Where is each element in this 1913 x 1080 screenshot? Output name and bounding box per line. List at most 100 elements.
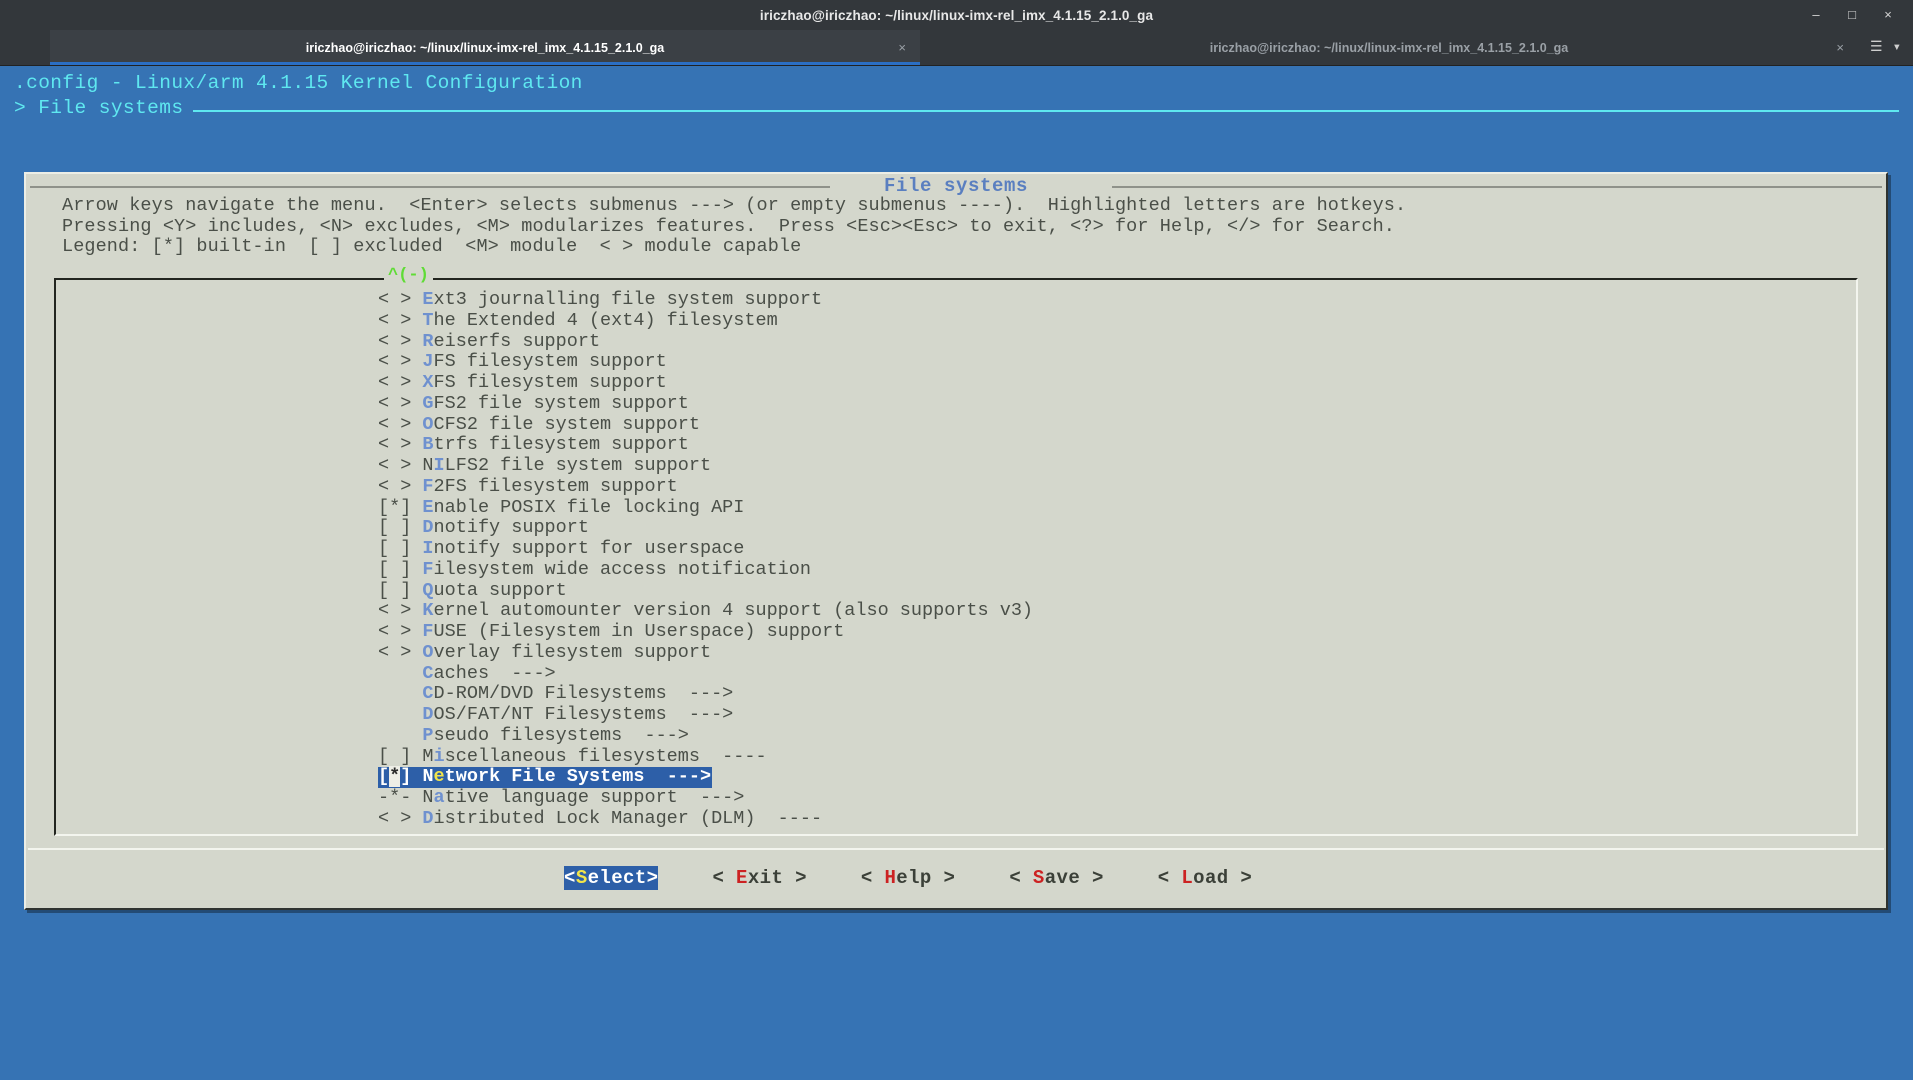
button-hotkey: E <box>736 867 748 889</box>
menu-item-selected[interactable]: [*] Network File Systems ---> <box>378 766 713 788</box>
menu-item[interactable]: < > Reiserfs support <box>378 330 1856 353</box>
menu-item[interactable]: [ ] Dnotify support <box>378 517 1856 539</box>
menu-item-hotkey: O <box>422 641 434 663</box>
button-select[interactable]: <Select> <box>564 866 659 890</box>
menu-items-container: < > Ext3 journalling file system support… <box>378 289 1856 830</box>
button-label: xit > <box>747 867 807 889</box>
menu-item-label: USE (Filesystem in Userspace) support <box>433 621 845 642</box>
close-icon[interactable]: × <box>1881 8 1895 22</box>
menu-item[interactable]: < > Ext3 journalling file system support <box>378 289 1856 311</box>
button-label: ave > <box>1044 867 1104 889</box>
tabbar-controls: ☰ ▾ <box>1858 30 1913 65</box>
scroll-up-indicator: ^(-) <box>384 266 433 285</box>
menu-item[interactable]: < > OCFS2 file system support <box>378 414 1856 436</box>
menu-item-text: N <box>422 455 434 476</box>
menu-item-label: ernel automounter version 4 support (als… <box>433 600 1034 622</box>
menu-item-text: N <box>422 766 434 788</box>
button-hotkey: L <box>1181 867 1194 889</box>
menu-item-label: ilesystem wide access notification <box>433 558 811 580</box>
tab-close-icon[interactable]: × <box>898 40 906 55</box>
menu-item[interactable]: < > GFS2 file system support <box>378 392 1856 415</box>
menu-item-text: M <box>422 745 434 767</box>
menu-item[interactable]: [*] Enable POSIX file locking API <box>378 496 1856 519</box>
window-titlebar: iriczhao@iriczhao: ~/linux/linux-imx-rel… <box>0 0 1913 30</box>
minimize-icon[interactable]: – <box>1809 8 1823 22</box>
menu-item[interactable]: Caches ---> <box>378 662 1856 685</box>
menu-item[interactable]: [ ] Filesystem wide access notification <box>378 558 1856 581</box>
button-label: elect> <box>587 867 659 889</box>
tab-label: iriczhao@iriczhao: ~/linux/linux-imx-rel… <box>1209 40 1569 55</box>
menu-item-label: FS filesystem support <box>433 351 667 373</box>
menu-item[interactable]: CD-ROM/DVD Filesystems ---> <box>378 683 1856 705</box>
menu-item-marker: < > <box>378 372 423 393</box>
menu-item[interactable]: [ ] Inotify support for userspace <box>378 538 1856 560</box>
menu-item-hotkey: e <box>433 766 445 788</box>
button-load[interactable]: < Load > <box>1158 866 1252 890</box>
menu-item[interactable]: < > F2FS filesystem support <box>378 476 1856 498</box>
maximize-icon[interactable]: □ <box>1845 8 1859 22</box>
menu-item-label: xt3 journalling file system support <box>433 289 823 310</box>
button-help[interactable]: < Help > <box>861 866 955 890</box>
checkbox-bracket-open: [ <box>378 766 390 788</box>
menu-item[interactable]: Pseudo filesystems ---> <box>378 724 1856 747</box>
menu-item-marker: -*- <box>378 787 423 808</box>
menu-item[interactable]: [ ] Miscellaneous filesystems ---- <box>378 745 1856 768</box>
menu-item-label: scellaneous filesystems ---- <box>444 745 767 767</box>
menu-item-label: seudo filesystems ---> <box>433 724 689 746</box>
dialog-buttonbar: <Select> < Exit > < Help > < Save > < Load > <box>28 848 1884 906</box>
menu-item-marker <box>378 663 422 684</box>
menu-item-hotkey: T <box>422 309 434 331</box>
tab-terminal-1[interactable]: iriczhao@iriczhao: ~/linux/linux-imx-rel… <box>50 30 920 65</box>
menu-item-label: verlay filesystem support <box>433 641 712 663</box>
menu-item-hotkey: G <box>422 392 434 414</box>
menu-item-label: notify support for userspace <box>433 538 745 559</box>
breadcrumb-rule <box>193 109 1899 112</box>
menu-item-hotkey: a <box>433 787 445 808</box>
menu-listbox[interactable]: ^(-) < > Ext3 journalling file system su… <box>54 266 1858 836</box>
button-bracket-open: < <box>1157 867 1182 889</box>
menu-item-hotkey: B <box>422 434 434 456</box>
button-bracket-open: < <box>712 867 737 889</box>
menu-item[interactable]: < > Kernel automounter version 4 support… <box>378 600 1856 622</box>
menu-item-hotkey: F <box>422 621 434 642</box>
menu-item[interactable]: < > FUSE (Filesystem in Userspace) suppo… <box>378 621 1856 643</box>
menu-item-label: tive language support ---> <box>444 787 745 808</box>
menu-item[interactable]: -*- Native language support ---> <box>378 787 1856 809</box>
help-line-2: Pressing <Y> includes, <N> excludes, <M>… <box>62 215 1396 237</box>
menu-item[interactable]: < > XFS filesystem support <box>378 372 1856 394</box>
button-label: oad > <box>1193 867 1253 889</box>
menu-item-hotkey: I <box>433 455 445 476</box>
menu-item-marker: < > <box>378 807 423 829</box>
menu-item-label: nable POSIX file locking API <box>433 496 745 518</box>
menu-item-marker: < > <box>378 289 423 310</box>
menu-item[interactable]: < > Distributed Lock Manager (DLM) ---- <box>378 807 1856 830</box>
menu-item[interactable]: DOS/FAT/NT Filesystems ---> <box>378 704 1856 726</box>
menu-item[interactable]: < > NILFS2 file system support <box>378 455 1856 477</box>
menu-row[interactable]: [*] Network File Systems ---> <box>378 766 1856 788</box>
menu-item-hotkey: C <box>422 683 434 705</box>
button-hotkey: H <box>884 867 897 889</box>
new-tab-icon[interactable]: ☰ <box>1870 41 1883 55</box>
breadcrumb: > File systems <box>0 96 1913 121</box>
tab-close-icon[interactable]: × <box>1836 40 1844 55</box>
button-save[interactable]: < Save > <box>1009 866 1103 890</box>
menu-item-hotkey: P <box>422 724 434 746</box>
dialog-title: File systems <box>883 175 1029 197</box>
help-line-3: Legend: [*] built-in [ ] excluded <M> mo… <box>62 236 802 258</box>
menu-item[interactable]: < > Btrfs filesystem support <box>378 434 1856 456</box>
menu-item-label: istributed Lock Manager (DLM) ---- <box>433 807 823 829</box>
menu-item-hotkey: J <box>422 351 434 373</box>
menu-item[interactable]: < > Overlay filesystem support <box>378 641 1856 664</box>
menu-item-marker: [ ] <box>378 538 423 559</box>
tab-terminal-2[interactable]: iriczhao@iriczhao: ~/linux/linux-imx-rel… <box>920 30 1858 65</box>
menu-item[interactable]: < > JFS filesystem support <box>378 351 1856 373</box>
menu-item-hotkey: C <box>422 662 434 684</box>
button-exit[interactable]: < Exit > <box>712 866 806 890</box>
menu-item-hotkey: X <box>422 372 434 393</box>
window-title: iriczhao@iriczhao: ~/linux/linux-imx-rel… <box>759 7 1154 23</box>
menu-item[interactable]: < > The Extended 4 (ext4) filesystem <box>378 309 1856 332</box>
cursor-cell: * <box>389 766 401 788</box>
menu-item[interactable]: [ ] Quota support <box>378 580 1856 602</box>
chevron-down-icon[interactable]: ▾ <box>1893 41 1901 55</box>
menu-item-label: eiserfs support <box>433 330 601 352</box>
